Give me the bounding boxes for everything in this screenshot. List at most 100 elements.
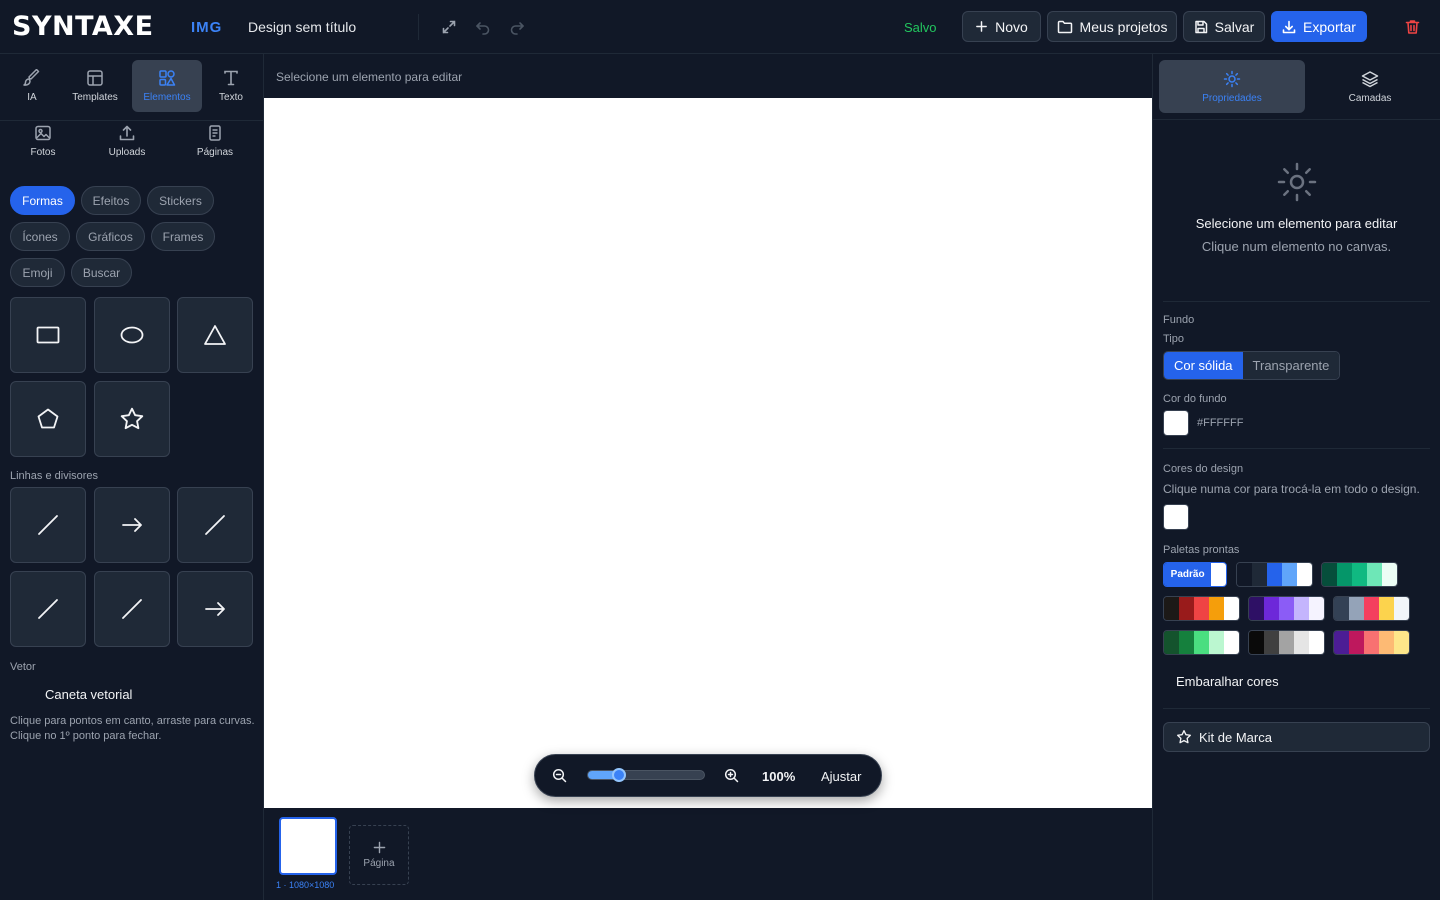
palette-default[interactable]: Padrão — [1163, 562, 1227, 587]
palette-item[interactable] — [1163, 596, 1240, 621]
palette-swatch — [1394, 597, 1409, 620]
shape-rectangle[interactable] — [10, 297, 86, 373]
tool-paginas[interactable]: Páginas — [180, 115, 250, 167]
arrow-right-icon — [205, 602, 225, 616]
canvas-hint: Selecione um elemento para editar — [276, 70, 463, 84]
save-status: Salvo — [904, 20, 937, 35]
line-arrow-2[interactable] — [177, 571, 253, 647]
category-efeitos[interactable]: Efeitos — [81, 186, 141, 215]
page-thumbnail[interactable] — [279, 817, 337, 875]
add-page-button[interactable]: Página — [349, 825, 409, 885]
tool-ia[interactable]: IA — [0, 60, 64, 112]
brush-icon — [23, 69, 40, 86]
line-dotted[interactable] — [10, 571, 86, 647]
undo-icon[interactable] — [471, 15, 495, 39]
template-icon — [87, 70, 103, 86]
category-emoji[interactable]: Emoji — [10, 258, 65, 287]
type-label: Tipo — [1163, 333, 1184, 345]
empty-state-sun-icon — [1276, 161, 1318, 203]
design-color-swatch[interactable] — [1163, 504, 1189, 530]
zoom-slider-handle[interactable] — [612, 768, 627, 782]
type-solid-option[interactable]: Cor sólida — [1164, 352, 1243, 379]
new-button-label: Novo — [995, 18, 1028, 35]
image-icon — [35, 125, 51, 141]
palette-swatch — [1209, 597, 1224, 620]
shape-triangle[interactable] — [177, 297, 253, 373]
brand-kit-label: Kit de Marca — [1199, 729, 1272, 745]
line-dashed[interactable] — [177, 487, 253, 563]
shuffle-colors-button[interactable]: Embaralhar cores — [1176, 674, 1279, 689]
panel-separator — [1153, 119, 1440, 120]
brand-kit-button[interactable]: Kit de Marca — [1163, 722, 1430, 752]
fit-button[interactable]: Ajustar — [821, 769, 861, 784]
new-button[interactable]: Novo — [962, 11, 1041, 42]
palette-swatch — [1294, 597, 1309, 620]
sun-icon — [1223, 70, 1241, 87]
palette-item[interactable] — [1333, 596, 1410, 621]
pentagon-icon — [37, 408, 59, 429]
artboard[interactable] — [264, 98, 1152, 808]
panel-separator — [1163, 708, 1430, 709]
tab-properties-label: Propriedades — [1202, 92, 1262, 104]
tool-uploads[interactable]: Uploads — [92, 115, 162, 167]
vector-pen-button[interactable]: Caneta vetorial — [45, 687, 132, 702]
star-icon — [120, 407, 144, 430]
design-colors-label: Cores do design — [1163, 463, 1244, 475]
empty-state-title: Selecione um elemento para editar — [1195, 216, 1398, 231]
bg-color-value[interactable]: #FFFFFF — [1197, 417, 1243, 429]
fullscreen-icon[interactable] — [437, 15, 461, 39]
palette-item[interactable] — [1321, 562, 1398, 587]
category-formas[interactable]: Formas — [10, 186, 75, 215]
shape-pentagon[interactable] — [10, 381, 86, 457]
palette-item[interactable] — [1248, 596, 1325, 621]
zoom-slider[interactable] — [587, 768, 705, 782]
category-buscar[interactable]: Buscar — [71, 258, 132, 287]
ellipse-icon — [120, 326, 144, 344]
panel-separator — [1163, 301, 1430, 302]
divider — [418, 14, 419, 40]
category-icones[interactable]: Ícones — [10, 222, 70, 251]
save-button[interactable]: Salvar — [1183, 11, 1265, 42]
redo-icon[interactable] — [505, 15, 529, 39]
zoom-out-icon[interactable] — [552, 768, 567, 783]
app-logo-sub: IMG — [191, 19, 223, 36]
tool-fotos[interactable]: Fotos — [8, 115, 78, 167]
category-graficos[interactable]: Gráficos — [76, 222, 145, 251]
tool-texto[interactable]: Texto — [196, 60, 266, 112]
category-stickers[interactable]: Stickers — [147, 186, 214, 215]
palette-item[interactable] — [1248, 630, 1325, 655]
export-button[interactable]: Exportar — [1271, 11, 1367, 42]
zoom-in-icon[interactable] — [724, 768, 739, 783]
palette-swatch — [1349, 631, 1364, 654]
tool-elementos[interactable]: Elementos — [132, 60, 202, 112]
palette-swatch — [1264, 597, 1279, 620]
shape-ellipse[interactable] — [94, 297, 170, 373]
palette-item[interactable] — [1333, 630, 1410, 655]
my-projects-button[interactable]: Meus projetos — [1047, 11, 1177, 42]
zoom-level: 100% — [762, 769, 796, 784]
bg-color-swatch[interactable] — [1163, 410, 1189, 436]
palette-swatch — [1209, 631, 1224, 654]
palette-item[interactable] — [1163, 630, 1240, 655]
type-transparent-option[interactable]: Transparente — [1242, 352, 1340, 379]
line-diagonal[interactable] — [10, 487, 86, 563]
tool-uploads-label: Uploads — [108, 147, 146, 158]
export-button-label: Exportar — [1303, 18, 1356, 35]
vector-help-line2: Clique no 1º ponto para fechar. — [10, 730, 162, 742]
tab-layers[interactable]: Camadas — [1297, 60, 1440, 113]
line-arrow[interactable] — [94, 487, 170, 563]
tab-properties[interactable]: Propriedades — [1159, 60, 1305, 113]
rectangle-icon — [36, 326, 60, 344]
line-thick[interactable] — [94, 571, 170, 647]
category-frames[interactable]: Frames — [151, 222, 215, 251]
background-section-label: Fundo — [1163, 314, 1195, 326]
shape-star[interactable] — [94, 381, 170, 457]
trash-icon[interactable] — [1400, 15, 1424, 39]
tool-ia-label: IA — [27, 92, 37, 103]
vector-section-label: Vetor — [10, 661, 36, 673]
lines-section-label: Linhas e divisores — [10, 470, 99, 482]
palette-item[interactable] — [1236, 562, 1313, 587]
document-title[interactable]: Design sem título — [248, 19, 356, 35]
tool-templates[interactable]: Templates — [60, 60, 130, 112]
layers-icon — [1361, 70, 1379, 87]
